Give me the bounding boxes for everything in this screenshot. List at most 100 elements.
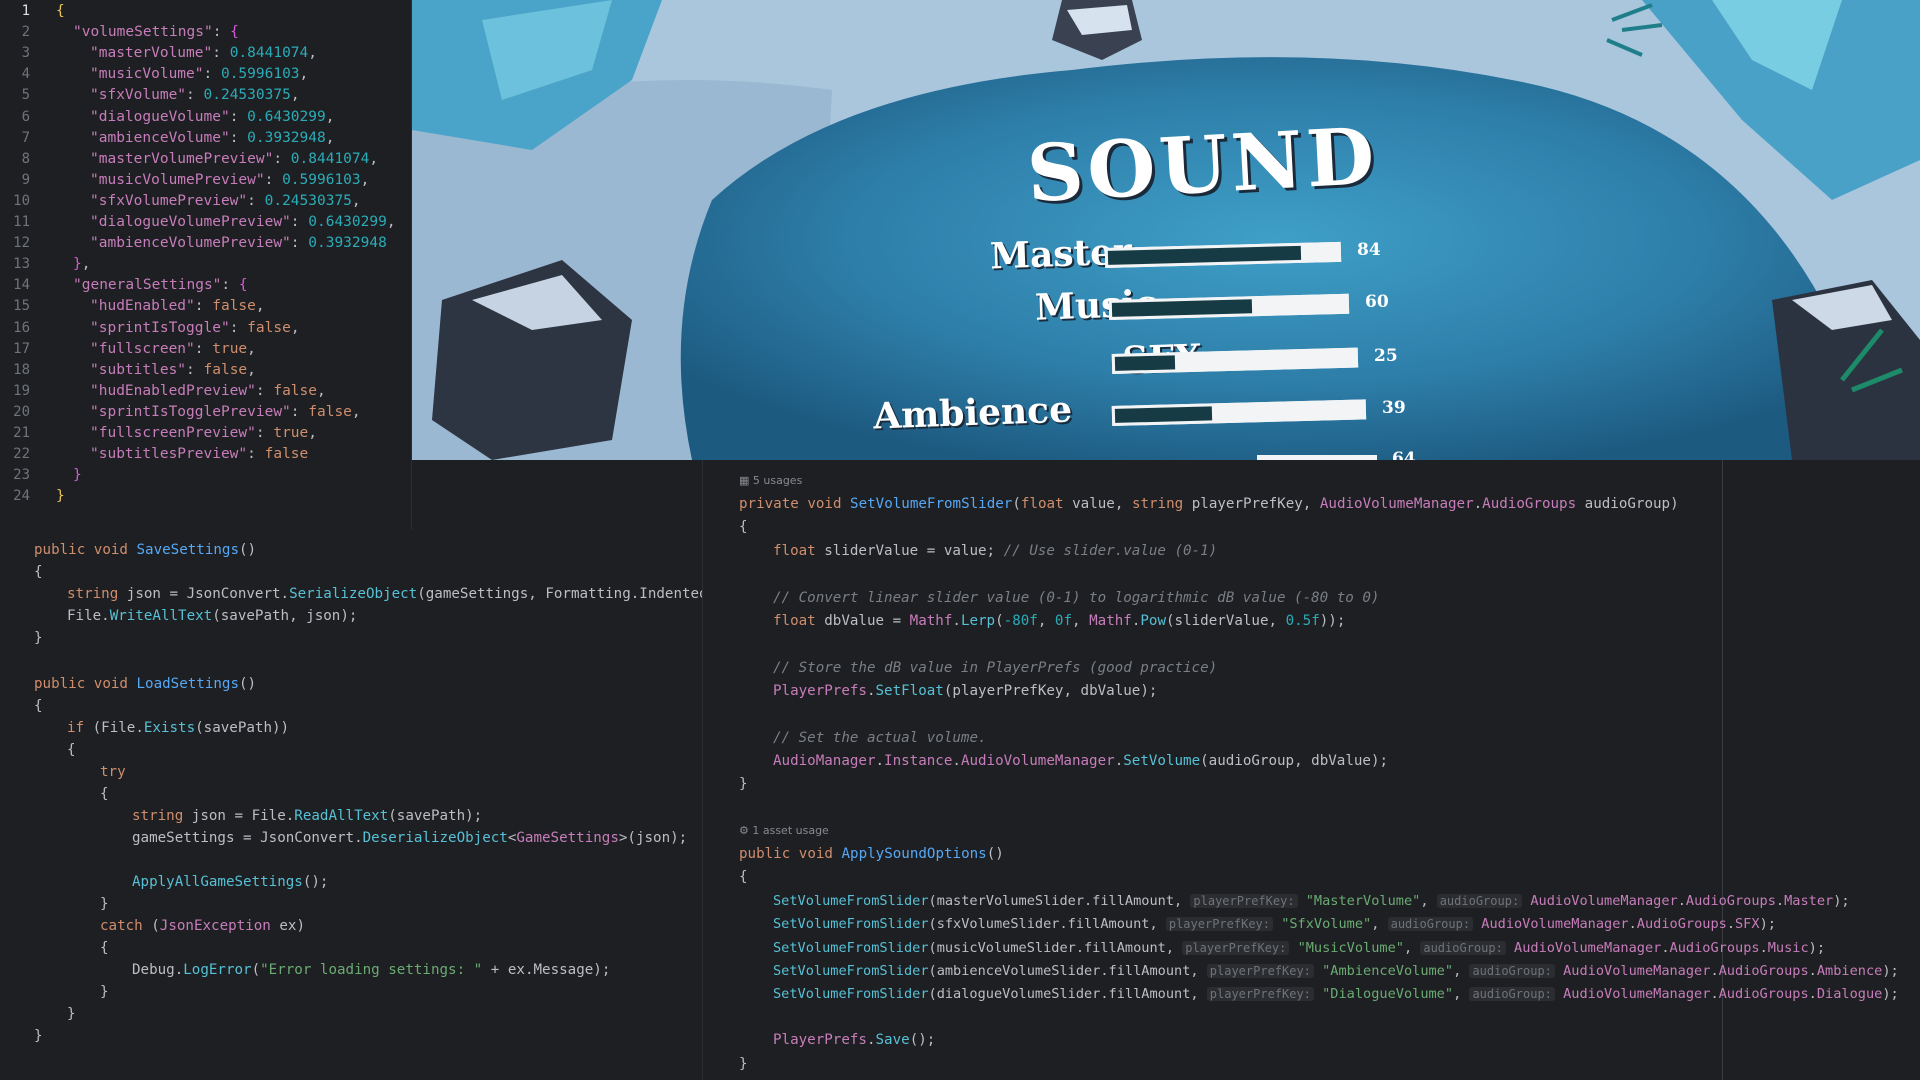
code-line: SetVolumeFromSlider(dialogueVolumeSlider… — [773, 986, 1899, 1002]
code-token: Master — [1784, 893, 1834, 909]
json-token: , — [247, 340, 256, 357]
code-line: SetVolumeFromSlider(masterVolumeSlider.f… — [773, 893, 1850, 909]
line-number: 3 — [21, 45, 30, 62]
json-token: , — [360, 171, 370, 188]
save-load-code-panel[interactable]: public void SaveSettings() { string json… — [0, 530, 702, 1080]
parameter-hint: audioGroup: — [1469, 987, 1555, 1002]
json-token: , — [325, 108, 335, 125]
code-line: { — [34, 564, 43, 580]
json-token: , — [255, 298, 265, 315]
json-token: : — [273, 150, 291, 167]
code-token: SetVolumeFromSlider — [773, 939, 929, 956]
code-line: SetVolumeFromSlider(ambienceVolumeSlider… — [773, 963, 1899, 979]
json-brace: } — [73, 256, 82, 273]
json-key: "masterVolume" — [90, 45, 213, 62]
json-token: , — [290, 319, 300, 336]
code-token: ); — [1882, 986, 1899, 1003]
code-token: ambienceVolumeSlider.fillAmount, — [936, 962, 1207, 979]
volume-slider-fill — [1114, 406, 1212, 423]
code-line: string json = File.ReadAllText(savePath)… — [132, 808, 483, 824]
json-token: , — [351, 403, 361, 420]
parameter-hint: playerPrefKey: — [1165, 917, 1273, 932]
json-line: "ambienceVolumePreview": 0.3932948 — [90, 235, 387, 251]
json-token: : — [186, 87, 204, 104]
json-value: false — [264, 446, 309, 463]
code-line: { — [739, 869, 748, 885]
json-brace: { — [56, 3, 65, 19]
json-token: : — [229, 129, 248, 146]
json-value: false — [273, 382, 317, 399]
json-line: "hudEnabledPreview": false, — [90, 383, 326, 399]
json-token: , — [308, 45, 317, 62]
code-line: { — [739, 519, 748, 535]
game-scene — [412, 0, 1920, 460]
json-value: 0.6430299 — [247, 108, 326, 125]
code-token: ( — [928, 939, 937, 956]
code-line: { — [67, 742, 76, 758]
json-token: : — [212, 24, 231, 41]
json-key: "masterVolumePreview" — [90, 150, 274, 167]
code-token: SetVolumeFromSlider — [773, 916, 929, 933]
json-brace: { — [230, 24, 239, 41]
json-editor-panel[interactable]: 1 2 3 4 5 6 7 8 9 10 11 12 13 14 15 16 17 18 19 20 21 22 23 24 … — [0, 0, 412, 530]
line-number: 20 — [13, 403, 30, 420]
code-token: . — [1808, 962, 1817, 979]
json-brace: } — [73, 467, 82, 484]
json-line: "subtitles": false, — [90, 362, 256, 378]
json-token: : — [247, 192, 265, 209]
code-token: ( — [928, 962, 937, 979]
json-token: , — [386, 214, 396, 230]
line-number: 19 — [13, 382, 30, 399]
json-line: "musicVolume": 0.5996103, — [90, 66, 308, 82]
code-token: . — [1775, 893, 1785, 909]
slider-value: 60 — [1365, 292, 1389, 312]
json-key: "sprintIsToggle" — [90, 319, 230, 336]
code-line: catch (JsonException ex) — [100, 918, 306, 934]
code-line: public void ApplySoundOptions() — [739, 846, 1004, 862]
line-number: 23 — [13, 467, 30, 484]
code-token: ); — [1833, 893, 1850, 909]
json-value: 0.5996103 — [282, 171, 361, 188]
usage-hint[interactable]: ▦ 5 usages — [739, 474, 802, 487]
json-token: , — [351, 192, 361, 209]
code-token: Dialogue — [1816, 986, 1883, 1003]
json-value: 0.5996103 — [220, 66, 300, 83]
usage-hint[interactable]: ⚙ 1 asset usage — [739, 824, 829, 837]
json-token: : — [247, 446, 265, 463]
json-key: "dialogueVolumePreview" — [90, 214, 291, 230]
json-line: "musicVolumePreview": 0.5996103, — [90, 172, 369, 188]
json-line: } — [56, 488, 65, 504]
line-number: 12 — [13, 235, 30, 252]
code-token: AudioVolumeManager — [1530, 893, 1678, 909]
json-token: , — [317, 382, 326, 399]
json-value: false — [247, 319, 291, 336]
code-line: // Set the actual volume. — [773, 730, 987, 746]
json-value: false — [212, 298, 256, 315]
line-number: 16 — [13, 319, 30, 336]
audio-code-panel[interactable]: ▦ 5 usages private void SetVolumeFromSli… — [702, 460, 1920, 1080]
json-value: 0.3932948 — [308, 235, 387, 252]
code-line: try — [100, 764, 126, 780]
json-line: "sfxVolumePreview": 0.24530375, — [90, 193, 361, 209]
line-number: 14 — [13, 277, 30, 294]
json-key: "ambienceVolume" — [90, 129, 230, 146]
line-number: 15 — [13, 298, 30, 315]
line-number: 6 — [21, 108, 30, 125]
json-token: , — [81, 256, 91, 273]
code-line: Debug.LogError("Error loading settings: … — [132, 962, 611, 978]
parameter-hint: playerPrefKey: — [1206, 987, 1314, 1002]
code-token: AudioVolumeManager — [1563, 986, 1711, 1003]
json-token: : — [290, 403, 309, 420]
code-token: , — [1453, 962, 1470, 979]
code-token: ); — [1759, 916, 1776, 933]
code-line: private void SetVolumeFromSlider(float v… — [739, 496, 1679, 512]
json-token: : — [229, 319, 248, 336]
code-token: ( — [928, 893, 937, 909]
parameter-hint: playerPrefKey: — [1182, 940, 1290, 955]
json-token: : — [194, 298, 213, 315]
code-line: SetVolumeFromSlider(sfxVolumeSlider.fill… — [773, 916, 1776, 932]
code-line: gameSettings = JsonConvert.DeserializeOb… — [132, 830, 688, 846]
sound-title: SOUND — [1024, 110, 1381, 221]
code-token: , — [1420, 893, 1437, 909]
